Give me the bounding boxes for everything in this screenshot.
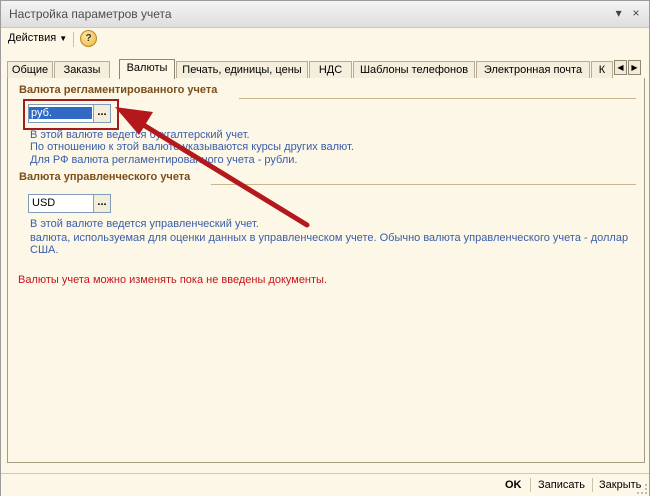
tab-scroll-right-icon[interactable]: ▶ xyxy=(628,60,641,75)
dialog-footer: OK Записать Закрыть xyxy=(1,473,649,496)
footer-separator xyxy=(592,478,593,492)
resize-grip-icon[interactable] xyxy=(637,484,647,494)
annotation-arrow xyxy=(115,107,310,228)
tab-currencies[interactable]: Валюты xyxy=(119,59,175,79)
close-button[interactable]: Закрыть xyxy=(599,479,641,491)
footer-separator xyxy=(530,478,531,492)
tab-scroll-left-icon[interactable]: ◀ xyxy=(614,60,627,75)
settings-window: Настройка параметров учета ▾ × Действия ▼… xyxy=(0,0,650,496)
ok-button[interactable]: OK xyxy=(505,479,522,491)
tab-scroll: ◀ ▶ xyxy=(613,60,641,75)
save-button[interactable]: Записать xyxy=(538,479,585,491)
